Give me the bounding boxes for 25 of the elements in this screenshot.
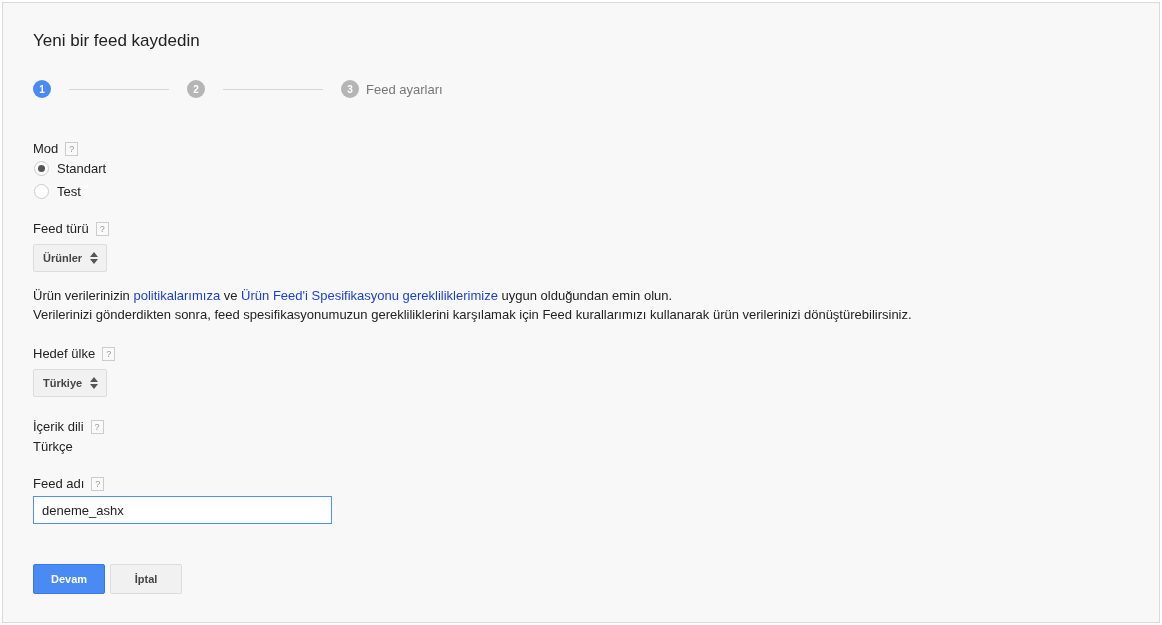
field-label: Feed türü <box>33 221 89 236</box>
step-number: 2 <box>187 80 205 98</box>
step-label: Feed ayarları <box>366 81 443 97</box>
policy-link[interactable]: politikalarımıza <box>133 288 221 303</box>
cancel-button[interactable]: İptal <box>110 564 182 594</box>
radio-button[interactable] <box>34 161 49 176</box>
field-label: İçerik dili <box>33 419 84 434</box>
input-field[interactable]: deneme_ashx <box>33 496 332 524</box>
field-value: Türkçe <box>33 439 74 454</box>
dropdown[interactable]: Türkiye <box>33 369 108 397</box>
step-number: 1 <box>33 80 51 98</box>
field-label: Hedef ülke <box>33 346 96 361</box>
info-text: Verilerinizi gönderdikten sonra, feed spesifikasyonumuzun gerekliliklerini karşılamak için Feed kurallarımızı kullanarak ürün verilerinizi dönüştürebilirsiniz. <box>33 306 913 324</box>
page-title: Yeni bir feed kaydedin <box>33 31 201 51</box>
info-text: Ürün verilerinizin politikalarımıza ve Ürün Feed'i Spesifikasyonu gerekliliklerimize uygun olduğundan emin olun. <box>33 287 674 305</box>
step-number: 3 <box>341 80 359 98</box>
sort-arrows-icon <box>90 252 99 264</box>
sort-arrows-icon <box>90 377 99 389</box>
field-label: Mod <box>33 141 59 156</box>
dropdown[interactable]: Ürünler <box>33 244 108 272</box>
radio-button[interactable] <box>34 184 49 199</box>
policy-link[interactable]: Ürün Feed'i Spesifikasyonu gerekliliklerimize <box>241 288 498 303</box>
field-label: Feed adı <box>33 476 85 491</box>
radio-label[interactable]: Standart <box>57 161 107 176</box>
radio-label[interactable]: Test <box>57 184 81 199</box>
